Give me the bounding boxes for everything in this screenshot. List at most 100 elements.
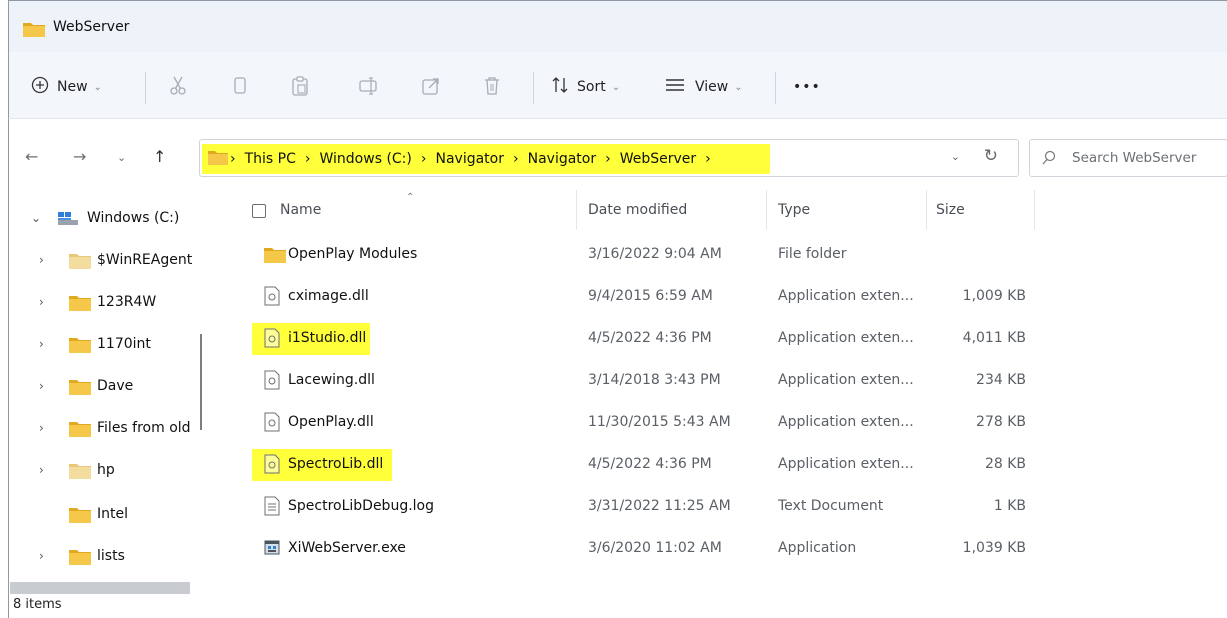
folder-icon xyxy=(23,21,45,41)
dll-file-icon xyxy=(264,454,284,476)
breadcrumb-separator-icon[interactable]: › xyxy=(705,151,711,167)
exe-file-icon xyxy=(264,538,284,560)
column-header-size[interactable]: Size xyxy=(936,202,965,218)
forward-arrow-icon[interactable]: → xyxy=(73,147,86,166)
tree-item-windows-c[interactable]: ⌄ Windows (C:) xyxy=(9,206,192,232)
breadcrumb-navigator[interactable]: Navigator xyxy=(435,151,504,167)
search-box[interactable]: Search WebServer xyxy=(1029,139,1227,177)
breadcrumb-separator-icon: › xyxy=(230,151,236,167)
tree-item-lists[interactable]: › lists xyxy=(9,544,192,570)
item-count: 8 items xyxy=(13,597,62,612)
chevron-right-icon[interactable]: › xyxy=(39,295,44,309)
folder-icon xyxy=(264,244,286,266)
toolbar-divider xyxy=(145,72,146,104)
delete-icon[interactable] xyxy=(483,76,501,96)
column-divider[interactable] xyxy=(766,190,767,230)
file-row[interactable]: SpectroLib.dll 4/5/2022 4:36 PM Applicat… xyxy=(230,444,1050,484)
refresh-icon[interactable]: ↻ xyxy=(984,146,998,166)
navigation-pane-scrollbar[interactable] xyxy=(200,334,202,430)
file-row[interactable]: i1Studio.dll 4/5/2022 4:36 PM Applicatio… xyxy=(230,318,1050,358)
file-row[interactable]: OpenPlay Modules 3/16/2022 9:04 AM File … xyxy=(230,234,1050,274)
share-icon[interactable] xyxy=(421,76,439,96)
column-divider[interactable] xyxy=(926,190,927,230)
breadcrumb-navigator-sub[interactable]: Navigator xyxy=(528,151,597,167)
tree-item-hp[interactable]: › hp xyxy=(9,458,192,484)
address-history-chevron-icon[interactable]: ⌄ xyxy=(951,150,960,163)
chevron-down-icon[interactable]: ⌄ xyxy=(31,211,41,225)
file-date: 4/5/2022 4:36 PM xyxy=(588,456,712,472)
column-divider[interactable] xyxy=(1034,190,1035,230)
navigation-pane: ⌄ Windows (C:) › $WinREAgent › 123R4W › … xyxy=(8,190,192,594)
chevron-right-icon[interactable]: › xyxy=(39,549,44,563)
chevron-right-icon[interactable]: › xyxy=(39,379,44,393)
folder-icon xyxy=(69,379,91,399)
file-row[interactable]: Lacewing.dll 3/14/2018 3:43 PM Applicati… xyxy=(230,360,1050,400)
folder-icon xyxy=(69,549,91,569)
file-type: Application exten... xyxy=(778,456,914,472)
copy-icon[interactable] xyxy=(231,76,249,96)
new-button[interactable]: New ⌄ xyxy=(31,74,102,100)
breadcrumb-windows-c[interactable]: Windows (C:) xyxy=(320,151,412,167)
window-title: WebServer xyxy=(53,19,130,35)
more-options-button[interactable]: ••• xyxy=(793,74,821,100)
breadcrumb-separator-icon[interactable]: › xyxy=(305,151,311,167)
chevron-right-icon[interactable]: › xyxy=(39,253,44,267)
breadcrumb-webserver[interactable]: WebServer xyxy=(620,151,696,167)
rename-icon[interactable] xyxy=(359,76,377,96)
file-type: Text Document xyxy=(778,498,884,514)
file-date: 4/5/2022 4:36 PM xyxy=(588,330,712,346)
chevron-right-icon[interactable]: › xyxy=(39,463,44,477)
new-label: New xyxy=(57,79,88,95)
file-row[interactable]: XiWebServer.exe 3/6/2020 11:02 AM Applic… xyxy=(230,528,1050,568)
cut-icon[interactable] xyxy=(169,76,187,96)
paste-icon[interactable] xyxy=(291,76,309,96)
dll-file-icon xyxy=(264,412,284,434)
chevron-right-icon[interactable]: › xyxy=(39,421,44,435)
tree-item-intel[interactable]: Intel xyxy=(9,502,192,528)
dll-file-icon xyxy=(264,286,284,308)
breadcrumb-this-pc[interactable]: This PC xyxy=(245,151,296,167)
tree-item-dave[interactable]: › Dave xyxy=(9,374,192,400)
file-row[interactable]: SpectroLibDebug.log 3/31/2022 11:25 AM T… xyxy=(230,486,1050,526)
view-label: View xyxy=(695,79,729,95)
column-header-date[interactable]: Date modified xyxy=(588,202,687,218)
back-arrow-icon[interactable]: ← xyxy=(25,147,38,166)
file-row[interactable]: cximage.dll 9/4/2015 6:59 AM Application… xyxy=(230,276,1050,316)
select-all-checkbox[interactable] xyxy=(252,204,266,218)
column-header-name[interactable]: Name xyxy=(280,202,321,218)
column-divider[interactable] xyxy=(576,190,577,230)
view-button[interactable]: View ⌄ xyxy=(665,74,743,100)
tree-item-label: Dave xyxy=(97,378,134,394)
folder-icon xyxy=(69,253,91,273)
file-type: File folder xyxy=(778,246,847,262)
tree-item-files-from-old[interactable]: › Files from old xyxy=(9,416,192,442)
file-row[interactable]: OpenPlay.dll 11/30/2015 5:43 AM Applicat… xyxy=(230,402,1050,442)
chevron-down-icon: ⌄ xyxy=(93,81,102,93)
drive-icon xyxy=(57,210,79,230)
tree-item-123r4w[interactable]: › 123R4W xyxy=(9,290,192,316)
column-header-type[interactable]: Type xyxy=(778,202,810,218)
folder-icon xyxy=(69,507,91,527)
horizontal-scrollbar[interactable] xyxy=(10,582,190,594)
breadcrumb-separator-icon[interactable]: › xyxy=(421,151,427,167)
file-date: 9/4/2015 6:59 AM xyxy=(588,288,713,304)
file-name: SpectroLibDebug.log xyxy=(288,498,434,514)
status-bar: 8 items xyxy=(8,594,1227,618)
chevron-right-icon[interactable]: › xyxy=(39,337,44,351)
tree-item-winreagent[interactable]: › $WinREAgent xyxy=(9,248,192,274)
tree-item-1170int[interactable]: › 1170int xyxy=(9,332,192,358)
folder-icon xyxy=(208,150,228,169)
folder-icon xyxy=(69,421,91,441)
breadcrumb-separator-icon[interactable]: › xyxy=(513,151,519,167)
file-date: 3/16/2022 9:04 AM xyxy=(588,246,722,262)
sort-button[interactable]: Sort ⌄ xyxy=(551,74,620,100)
toolbar-divider xyxy=(533,72,534,104)
file-date: 11/30/2015 5:43 AM xyxy=(588,414,731,430)
address-bar[interactable]: › This PC › Windows (C:) › Navigator › N… xyxy=(199,139,1019,177)
command-bar: New ⌄ Sort ⌄ View ⌄ ••• xyxy=(8,52,1227,118)
up-arrow-icon[interactable]: ↑ xyxy=(153,147,166,166)
recent-locations-chevron-icon[interactable]: ⌄ xyxy=(117,151,126,164)
tree-item-label: Windows (C:) xyxy=(87,210,180,226)
breadcrumb-separator-icon[interactable]: › xyxy=(605,151,611,167)
file-name: XiWebServer.exe xyxy=(288,540,406,556)
